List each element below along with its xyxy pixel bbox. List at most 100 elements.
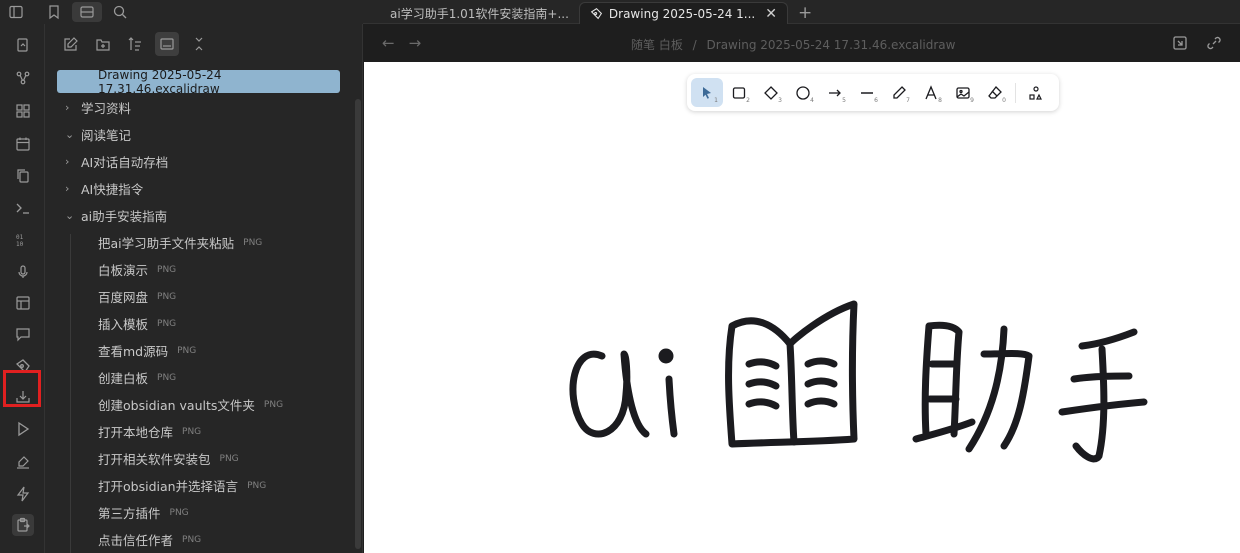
folder-item[interactable]: ⌄ 阅读笔记 <box>45 121 362 148</box>
search-icon[interactable] <box>104 0 136 24</box>
sort-icon[interactable] <box>123 32 147 56</box>
eraser-icon <box>988 85 1002 99</box>
shortcut-number: 3 <box>778 97 782 104</box>
switch-vault-icon[interactable] <box>12 34 34 56</box>
active-file-item[interactable]: Drawing 2025-05-24 17.31.46.excalidraw <box>57 68 340 96</box>
file-explorer: Drawing 2025-05-24 17.31.46.excalidraw ›… <box>45 24 363 553</box>
file-ext: PNG <box>243 237 263 248</box>
arrow-tool[interactable]: 5 <box>819 78 851 107</box>
excalidraw-view: ← → 随笔 白板 / Drawing 2025-05-24 17.31.46.… <box>364 24 1240 553</box>
file-ext: PNG <box>182 534 202 545</box>
canvas-grid-icon[interactable] <box>12 100 34 122</box>
graph-view-icon[interactable] <box>12 67 34 89</box>
layout-icon[interactable] <box>12 292 34 314</box>
binary-icon[interactable]: 01 10 <box>12 229 34 251</box>
close-icon[interactable]: ✕ <box>765 6 777 22</box>
chevron-down-icon: ⌄ <box>65 209 75 222</box>
ellipse-tool[interactable]: 4 <box>787 78 819 107</box>
diamond-tool[interactable]: 3 <box>755 78 787 107</box>
comment-icon[interactable] <box>12 323 34 345</box>
arrow-icon <box>829 89 841 96</box>
play-icon[interactable] <box>12 418 34 440</box>
chevron-down-icon: ⌄ <box>65 128 75 141</box>
text-tool[interactable]: 8 <box>915 78 947 107</box>
tab-label: Drawing 2025-05-24 1... <box>608 6 756 21</box>
file-ext: PNG <box>177 345 197 356</box>
new-tab-icon[interactable]: + <box>798 2 812 24</box>
forward-arrow-icon[interactable]: → <box>409 34 422 52</box>
file-item[interactable]: 打开本地仓库 PNG <box>45 418 362 445</box>
highlighter-icon[interactable] <box>12 451 34 473</box>
draw-tool[interactable]: 7 <box>883 78 915 107</box>
breadcrumb-folder[interactable]: 随笔 白板 <box>631 38 683 52</box>
tab-drawing[interactable]: Drawing 2025-05-24 1... ✕ <box>578 2 788 24</box>
file-item[interactable]: 把ai学习助手文件夹粘贴 PNG <box>45 229 362 256</box>
file-label: 打开相关软件安装包 <box>98 452 211 467</box>
bookmark-icon[interactable] <box>38 0 70 24</box>
diamond-icon <box>764 85 778 100</box>
new-folder-icon[interactable] <box>91 32 115 56</box>
tab-label: ai学习助手1.01软件安装指南+... <box>390 6 569 21</box>
file-ext: PNG <box>157 264 177 275</box>
calendar-icon[interactable] <box>12 133 34 155</box>
eraser-tool[interactable]: 0 <box>979 78 1011 107</box>
image-tool[interactable]: 9 <box>947 78 979 107</box>
selection-tool[interactable]: 1 <box>691 78 723 107</box>
new-note-icon[interactable] <box>59 32 83 56</box>
breadcrumb-file[interactable]: Drawing 2025-05-24 17.31.46.excalidraw <box>707 38 956 52</box>
line-tool[interactable]: 6 <box>851 78 883 107</box>
terminal-icon[interactable] <box>12 197 34 219</box>
title-bar: ai学习助手1.01软件安装指南+... Drawing 2025-05-24 … <box>0 0 1240 24</box>
file-item[interactable]: 插入模板 PNG <box>45 310 362 337</box>
file-ext: PNG <box>157 372 177 383</box>
file-item[interactable]: 创建obsidian vaults文件夹 PNG <box>45 391 362 418</box>
folder-item[interactable]: ⌄ ai助手安装指南 <box>45 202 362 229</box>
file-item[interactable]: 查看md源码 PNG <box>45 337 362 364</box>
file-item[interactable]: 打开obsidian并选择语言 PNG <box>45 472 362 499</box>
back-arrow-icon[interactable]: ← <box>382 34 395 52</box>
file-item[interactable]: 第三方插件 PNG <box>45 499 362 526</box>
file-item[interactable]: 创建白板 PNG <box>45 364 362 391</box>
shape-toolbar: 1 2 3 4 5 6 7 8 9 0 <box>687 74 1059 111</box>
folder-item[interactable]: › 学习资料 <box>45 94 362 121</box>
rectangle-tool[interactable]: 2 <box>723 78 755 107</box>
file-label: 创建白板 <box>98 371 149 386</box>
file-item[interactable]: 点击信任作者 PNG <box>45 526 362 553</box>
file-item[interactable]: 百度网盘 PNG <box>45 283 362 310</box>
sidebar-scrollbar[interactable] <box>355 99 361 549</box>
link-icon[interactable] <box>1206 35 1222 55</box>
breadcrumb-separator: / <box>692 38 697 52</box>
folder-item[interactable]: › AI对话自动存档 <box>45 148 362 175</box>
clipboard-export-icon[interactable] <box>12 514 34 536</box>
files-view-icon[interactable] <box>72 2 102 22</box>
file-item[interactable]: 白板演示 PNG <box>45 256 362 283</box>
view-actions <box>1172 35 1222 55</box>
file-ext: PNG <box>263 399 284 410</box>
sidebar-toggle-icon[interactable] <box>0 0 32 24</box>
microphone-icon[interactable] <box>12 261 34 283</box>
file-item[interactable]: 打开相关软件安装包 PNG <box>45 445 362 472</box>
shortcut-number: 2 <box>746 97 750 104</box>
pen-tool-icon <box>590 7 602 20</box>
shortcut-number: 7 <box>906 97 910 104</box>
file-label: 查看md源码 <box>98 344 169 359</box>
import-icon[interactable] <box>12 386 34 408</box>
lightning-icon[interactable] <box>12 483 34 505</box>
shortcut-number: 0 <box>1002 97 1006 104</box>
collapse-all-icon[interactable] <box>187 32 211 56</box>
toolbar-divider <box>1015 82 1016 103</box>
folder-item[interactable]: › AI快捷指令 <box>45 175 362 202</box>
shapes-library-icon <box>1029 85 1042 100</box>
handwritten-sketch[interactable] <box>554 284 1154 484</box>
line-icon <box>861 91 873 94</box>
file-label: 百度网盘 <box>98 290 149 305</box>
open-markdown-icon[interactable] <box>1172 35 1188 55</box>
explorer-actions <box>45 24 362 64</box>
tab-install-guide[interactable]: ai学习助手1.01软件安装指南+... <box>380 2 579 24</box>
auto-reveal-icon[interactable] <box>155 32 179 56</box>
file-ext: PNG <box>182 426 202 437</box>
copy-icon[interactable] <box>12 165 34 187</box>
chevron-right-icon: › <box>65 155 70 168</box>
library-tool[interactable] <box>1020 78 1052 107</box>
folder-label: AI对话自动存档 <box>81 155 169 170</box>
